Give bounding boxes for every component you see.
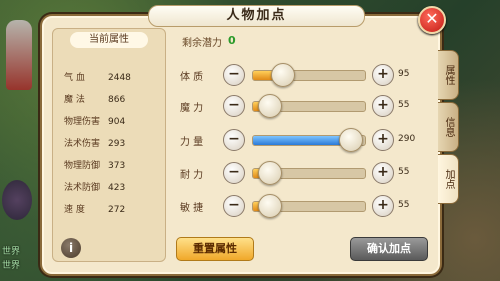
attribute-label: 力 量 [180,137,204,148]
close-button[interactable]: ✕ [418,6,446,34]
stat-row-magic-dmg: 法术伤害 293 [64,136,125,149]
attribute-label: 体 质 [180,72,204,83]
attribute-value: 290 [398,134,416,144]
remaining-potential-label: 剩余潜力 [182,38,222,49]
confirm-points-button[interactable]: 确认加点 [350,237,428,261]
attribute-value: 55 [398,100,410,110]
stat-value: 272 [108,205,126,215]
increase-button[interactable]: + [372,162,394,184]
stat-row-mp: 魔 法 866 [64,92,125,105]
slider-handle[interactable] [258,194,282,218]
stat-row-hp: 气 血 2448 [64,70,131,83]
chat-channel-label: 世界 [2,247,21,257]
stat-row-magic-def: 法术防御 423 [64,180,125,193]
decrease-button[interactable]: − [223,195,245,217]
tab-attributes[interactable]: 属性 [438,50,459,100]
stat-label: 物理防御 [64,161,101,171]
slider-handle[interactable] [339,128,363,152]
attribute-slider-fill [253,136,352,145]
stat-row-phys-def: 物理防御 373 [64,158,125,171]
attribute-label: 魔 力 [180,103,204,114]
pet-avatar [2,180,32,220]
stat-value: 373 [108,161,126,171]
decrease-button[interactable]: − [223,162,245,184]
stat-value: 2448 [108,73,131,83]
stat-label: 法术伤害 [64,139,101,149]
stat-label: 气 血 [64,73,85,83]
attribute-value: 95 [398,69,410,79]
info-icon[interactable]: i [61,238,81,258]
stat-label: 法术防御 [64,183,101,193]
stat-label: 魔 法 [64,95,85,105]
stat-label: 速 度 [64,205,85,215]
increase-button[interactable]: + [372,195,394,217]
stat-row-speed: 速 度 272 [64,202,125,215]
stat-label: 物理伤害 [64,117,101,127]
stat-value: 423 [108,183,126,193]
decrease-button[interactable]: − [223,64,245,86]
tab-add-points[interactable]: 加点 [438,154,459,204]
attribute-label: 耐 力 [180,170,204,181]
stat-value: 904 [108,117,126,127]
attribute-label: 敏 捷 [180,203,204,214]
player-character [6,20,32,90]
stat-value: 293 [108,139,126,149]
increase-button[interactable]: + [372,64,394,86]
slider-handle[interactable] [258,94,282,118]
remaining-potential-value: 0 [228,34,236,47]
slider-handle[interactable] [271,63,295,87]
slider-handle[interactable] [258,161,282,185]
attribute-value: 55 [398,200,410,210]
stat-value: 866 [108,95,126,105]
window-title: 人物加点 [148,5,365,27]
increase-button[interactable]: + [372,95,394,117]
decrease-button[interactable]: − [223,129,245,151]
attribute-slider-track[interactable] [252,70,366,81]
attribute-value: 55 [398,167,410,177]
chat-channel-label: 世界 [2,261,21,271]
tab-info[interactable]: 信息 [438,102,459,152]
decrease-button[interactable]: − [223,95,245,117]
reset-attributes-button[interactable]: 重置属性 [176,237,254,261]
current-stats-header: 当前属性 [70,32,148,48]
stat-row-phys-dmg: 物理伤害 904 [64,114,125,127]
increase-button[interactable]: + [372,129,394,151]
